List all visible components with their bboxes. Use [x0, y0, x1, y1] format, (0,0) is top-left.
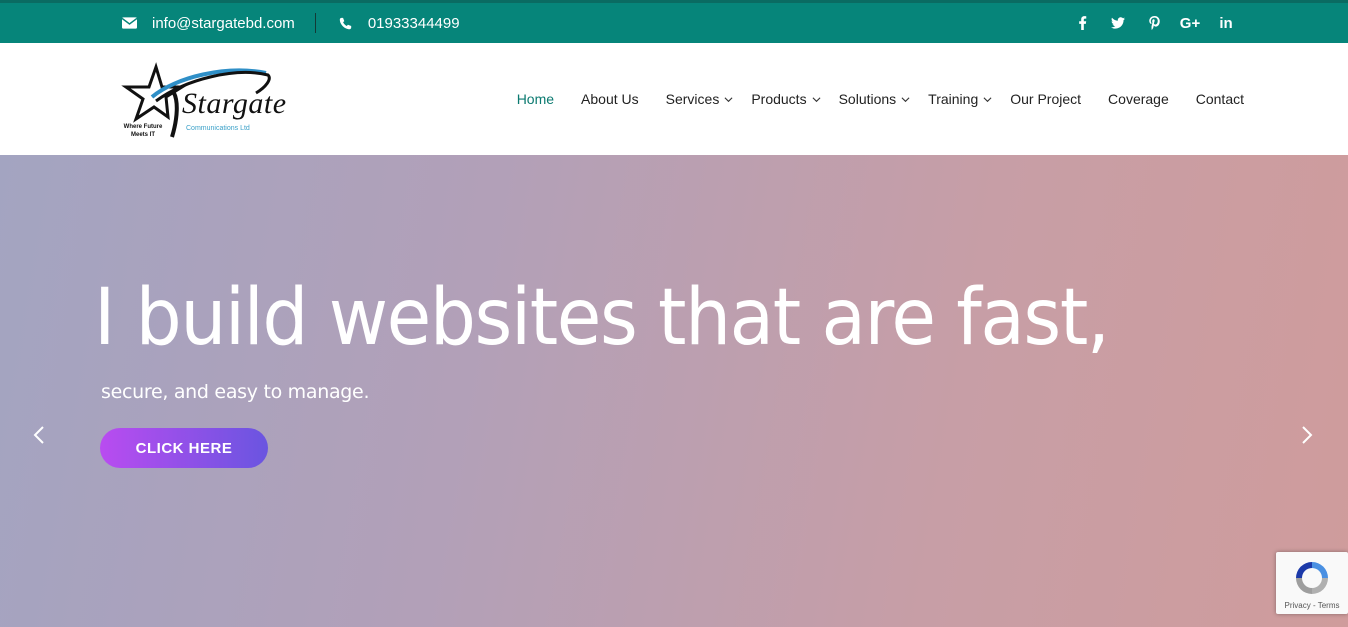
chevron-down-icon	[901, 96, 910, 102]
hero-subline: secure, and easy to manage.	[101, 381, 370, 403]
recaptcha-badge[interactable]: Privacy - Terms	[1276, 552, 1348, 614]
recaptcha-icon	[1296, 562, 1328, 594]
linkedin-icon[interactable]: in	[1208, 3, 1244, 43]
phone-icon	[339, 17, 351, 29]
nav-label: Services	[665, 91, 720, 107]
nav-contact[interactable]: Contact	[1196, 91, 1244, 107]
nav-training[interactable]: Training	[928, 91, 992, 107]
divider	[314, 13, 316, 33]
logo-tagline: Where Future Meets IT	[123, 124, 163, 138]
chevron-down-icon	[983, 96, 992, 102]
site-header: Stargate Communications Ltd Where Future…	[0, 43, 1348, 155]
nav-solutions[interactable]: Solutions	[839, 91, 911, 107]
recaptcha-text: Privacy - Terms	[1284, 601, 1340, 610]
contact-info: info@stargatebd.com 01933344499	[122, 3, 460, 43]
nav-label: Products	[751, 91, 807, 107]
logo-brand-text: Stargate	[182, 87, 287, 120]
twitter-icon[interactable]	[1100, 3, 1136, 43]
nav-services[interactable]: Services	[666, 91, 734, 107]
nav-our-project[interactable]: Our Project	[1010, 91, 1081, 107]
nav-products[interactable]: Products	[751, 91, 821, 107]
nav-coverage[interactable]: Coverage	[1108, 91, 1169, 107]
top-bar: info@stargatebd.com 01933344499 G+ in	[0, 0, 1348, 43]
social-links: G+ in	[1064, 3, 1244, 43]
logo-sub-text: Communications Ltd	[186, 125, 250, 132]
nav-about-us[interactable]: About Us	[581, 91, 639, 107]
nav-home[interactable]: Home	[517, 91, 554, 107]
click-here-button[interactable]: CLICK HERE	[100, 428, 268, 468]
phone-text: 01933344499	[367, 14, 460, 32]
nav-label: About Us	[581, 91, 639, 107]
logo[interactable]: Stargate Communications Ltd Where Future…	[116, 57, 286, 147]
chevron-down-icon	[812, 96, 821, 102]
pinterest-icon[interactable]	[1136, 3, 1172, 43]
nav-label: Home	[516, 91, 555, 107]
facebook-icon[interactable]	[1064, 3, 1100, 43]
main-nav: Home About Us Services Products Solution…	[517, 43, 1244, 155]
nav-label: Contact	[1195, 91, 1244, 107]
chevron-right-icon[interactable]	[1297, 423, 1317, 447]
google-plus-icon[interactable]: G+	[1172, 3, 1208, 43]
nav-label: Training	[928, 91, 979, 107]
phone-link[interactable]: 01933344499	[338, 15, 460, 32]
email-text: info@stargatebd.com	[152, 14, 295, 32]
nav-label: Coverage	[1108, 91, 1169, 107]
nav-label: Our Project	[1010, 91, 1082, 107]
chevron-down-icon	[724, 96, 733, 102]
chevron-left-icon[interactable]	[29, 423, 49, 447]
email-link[interactable]: info@stargatebd.com	[122, 15, 295, 32]
hero-headline: I build websites that are fast,	[94, 273, 1110, 363]
hero-slider: I build websites that are fast, secure, …	[0, 155, 1348, 627]
nav-label: Solutions	[838, 91, 897, 107]
envelope-icon	[122, 17, 137, 29]
